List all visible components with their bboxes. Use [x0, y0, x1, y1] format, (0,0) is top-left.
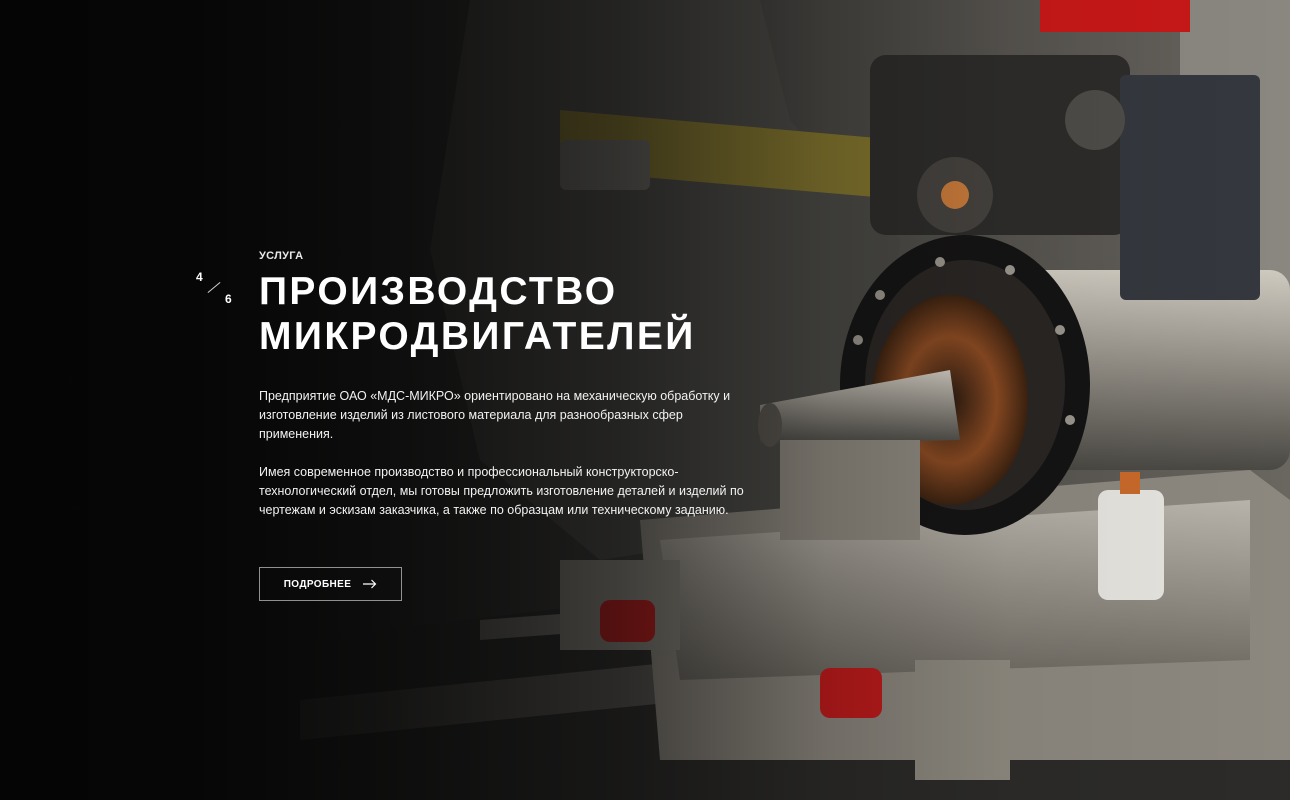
slide-title-line1: Производство — [259, 270, 618, 313]
counter-divider — [207, 281, 221, 294]
slide-paragraph-1: Предприятие ОАО «МДС-МИКРО» ориентирован… — [259, 389, 731, 441]
slide-title: Производство микродвигателей — [259, 269, 779, 359]
slide-title-line2: микродвигателей — [259, 315, 696, 358]
slide-eyebrow: Услуга — [259, 250, 304, 262]
slide-total-number: 6 — [225, 292, 232, 306]
slide-current-number: 4 — [196, 270, 203, 284]
more-details-label: Подробнее — [283, 578, 352, 590]
slide-counter: 4 6 — [195, 270, 237, 306]
slide-paragraph-2: Имея современное производство и професси… — [259, 465, 744, 517]
arrow-right-icon — [363, 579, 377, 589]
slide-content: Услуга Производство микродвигателей Пред… — [259, 250, 779, 520]
more-details-button[interactable]: Подробнее — [259, 567, 402, 601]
